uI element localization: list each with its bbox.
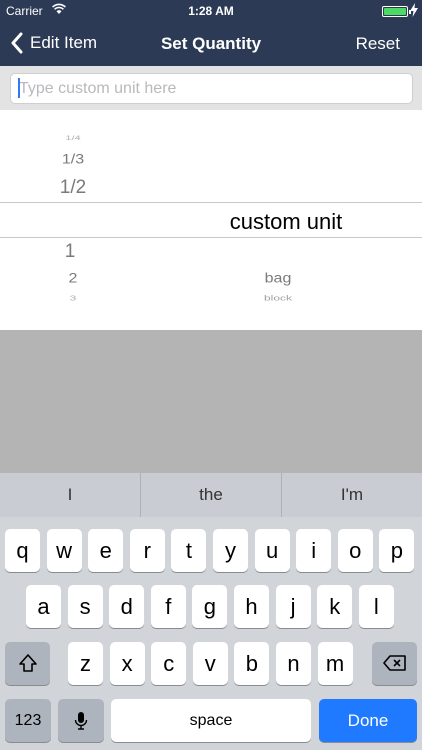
keyboard: I the I'm q w e r t y u i o p a s d f g h j k l z x c v b n m 123 s… xyxy=(0,473,422,750)
key-w[interactable]: w xyxy=(46,529,82,572)
delete-key[interactable] xyxy=(372,642,417,685)
back-button[interactable]: Edit Item xyxy=(10,32,97,54)
key-s[interactable]: s xyxy=(67,585,103,628)
key-g[interactable]: g xyxy=(192,585,228,628)
shift-icon xyxy=(18,654,37,672)
picker-left-item: 1/3 xyxy=(61,152,85,167)
picker-left-item: 1/2 xyxy=(59,177,87,198)
numbers-key[interactable]: 123 xyxy=(5,699,51,742)
key-v[interactable]: v xyxy=(192,642,228,685)
reset-button[interactable]: Reset xyxy=(356,34,400,54)
key-b[interactable]: b xyxy=(234,642,270,685)
custom-unit-input[interactable] xyxy=(10,73,413,104)
shift-key[interactable] xyxy=(5,642,50,685)
suggestion-item[interactable]: I'm xyxy=(282,473,422,517)
key-p[interactable]: p xyxy=(379,529,415,572)
picker-selection-bottom-line xyxy=(0,237,422,238)
suggestion-item[interactable]: I xyxy=(0,473,141,517)
battery-icon xyxy=(382,6,411,17)
key-q[interactable]: q xyxy=(5,529,40,572)
suggestion-item[interactable]: the xyxy=(141,473,282,517)
status-bar: Carrier 1:28 AM xyxy=(0,0,422,22)
picker-selected-unit: custom unit xyxy=(229,209,343,234)
delete-icon xyxy=(382,655,406,671)
picker-selection-top-line xyxy=(0,202,422,203)
clock-label: 1:28 AM xyxy=(188,4,234,18)
key-l[interactable]: l xyxy=(358,585,394,628)
key-t[interactable]: t xyxy=(171,529,207,572)
key-z[interactable]: z xyxy=(68,642,103,685)
navigation-bar: Edit Item Set Quantity Reset xyxy=(0,22,422,66)
picker-left-item: 2 xyxy=(68,271,78,286)
microphone-icon xyxy=(74,712,88,730)
key-f[interactable]: f xyxy=(150,585,186,628)
text-cursor xyxy=(18,78,20,98)
key-y[interactable]: y xyxy=(213,529,248,572)
key-c[interactable]: c xyxy=(151,642,187,685)
custom-unit-bar xyxy=(0,66,422,110)
charging-bolt-icon xyxy=(410,3,418,17)
key-e[interactable]: e xyxy=(88,529,124,572)
key-h[interactable]: h xyxy=(234,585,269,628)
key-i[interactable]: i xyxy=(296,529,332,572)
space-key[interactable]: space xyxy=(111,699,311,742)
key-n[interactable]: n xyxy=(276,642,311,685)
top-bar: Carrier 1:28 AM Edit Item Set Quantity R… xyxy=(0,0,422,66)
suggestion-bar: I the I'm xyxy=(0,473,422,517)
key-k[interactable]: k xyxy=(317,585,353,628)
picker-right-item: bag xyxy=(264,271,292,286)
key-u[interactable]: u xyxy=(254,529,290,572)
key-m[interactable]: m xyxy=(317,642,353,685)
quantity-picker[interactable]: 1/4 1/3 1/2 custom unit 1 2 3 bag block xyxy=(0,110,422,330)
picker-left-item: 1/4 xyxy=(65,134,81,142)
picker-left-item: 3 xyxy=(69,293,77,303)
key-r[interactable]: r xyxy=(129,529,165,572)
key-a[interactable]: a xyxy=(26,585,61,628)
picker-left-item: 1 xyxy=(64,241,76,262)
key-d[interactable]: d xyxy=(109,585,145,628)
key-o[interactable]: o xyxy=(337,529,373,572)
chevron-left-icon xyxy=(11,32,23,54)
dictation-key[interactable] xyxy=(58,699,104,742)
done-key[interactable]: Done xyxy=(319,699,417,742)
key-x[interactable]: x xyxy=(109,642,145,685)
back-button-label: Edit Item xyxy=(30,33,98,52)
picker-right-item: block xyxy=(263,293,292,303)
key-j[interactable]: j xyxy=(275,585,311,628)
